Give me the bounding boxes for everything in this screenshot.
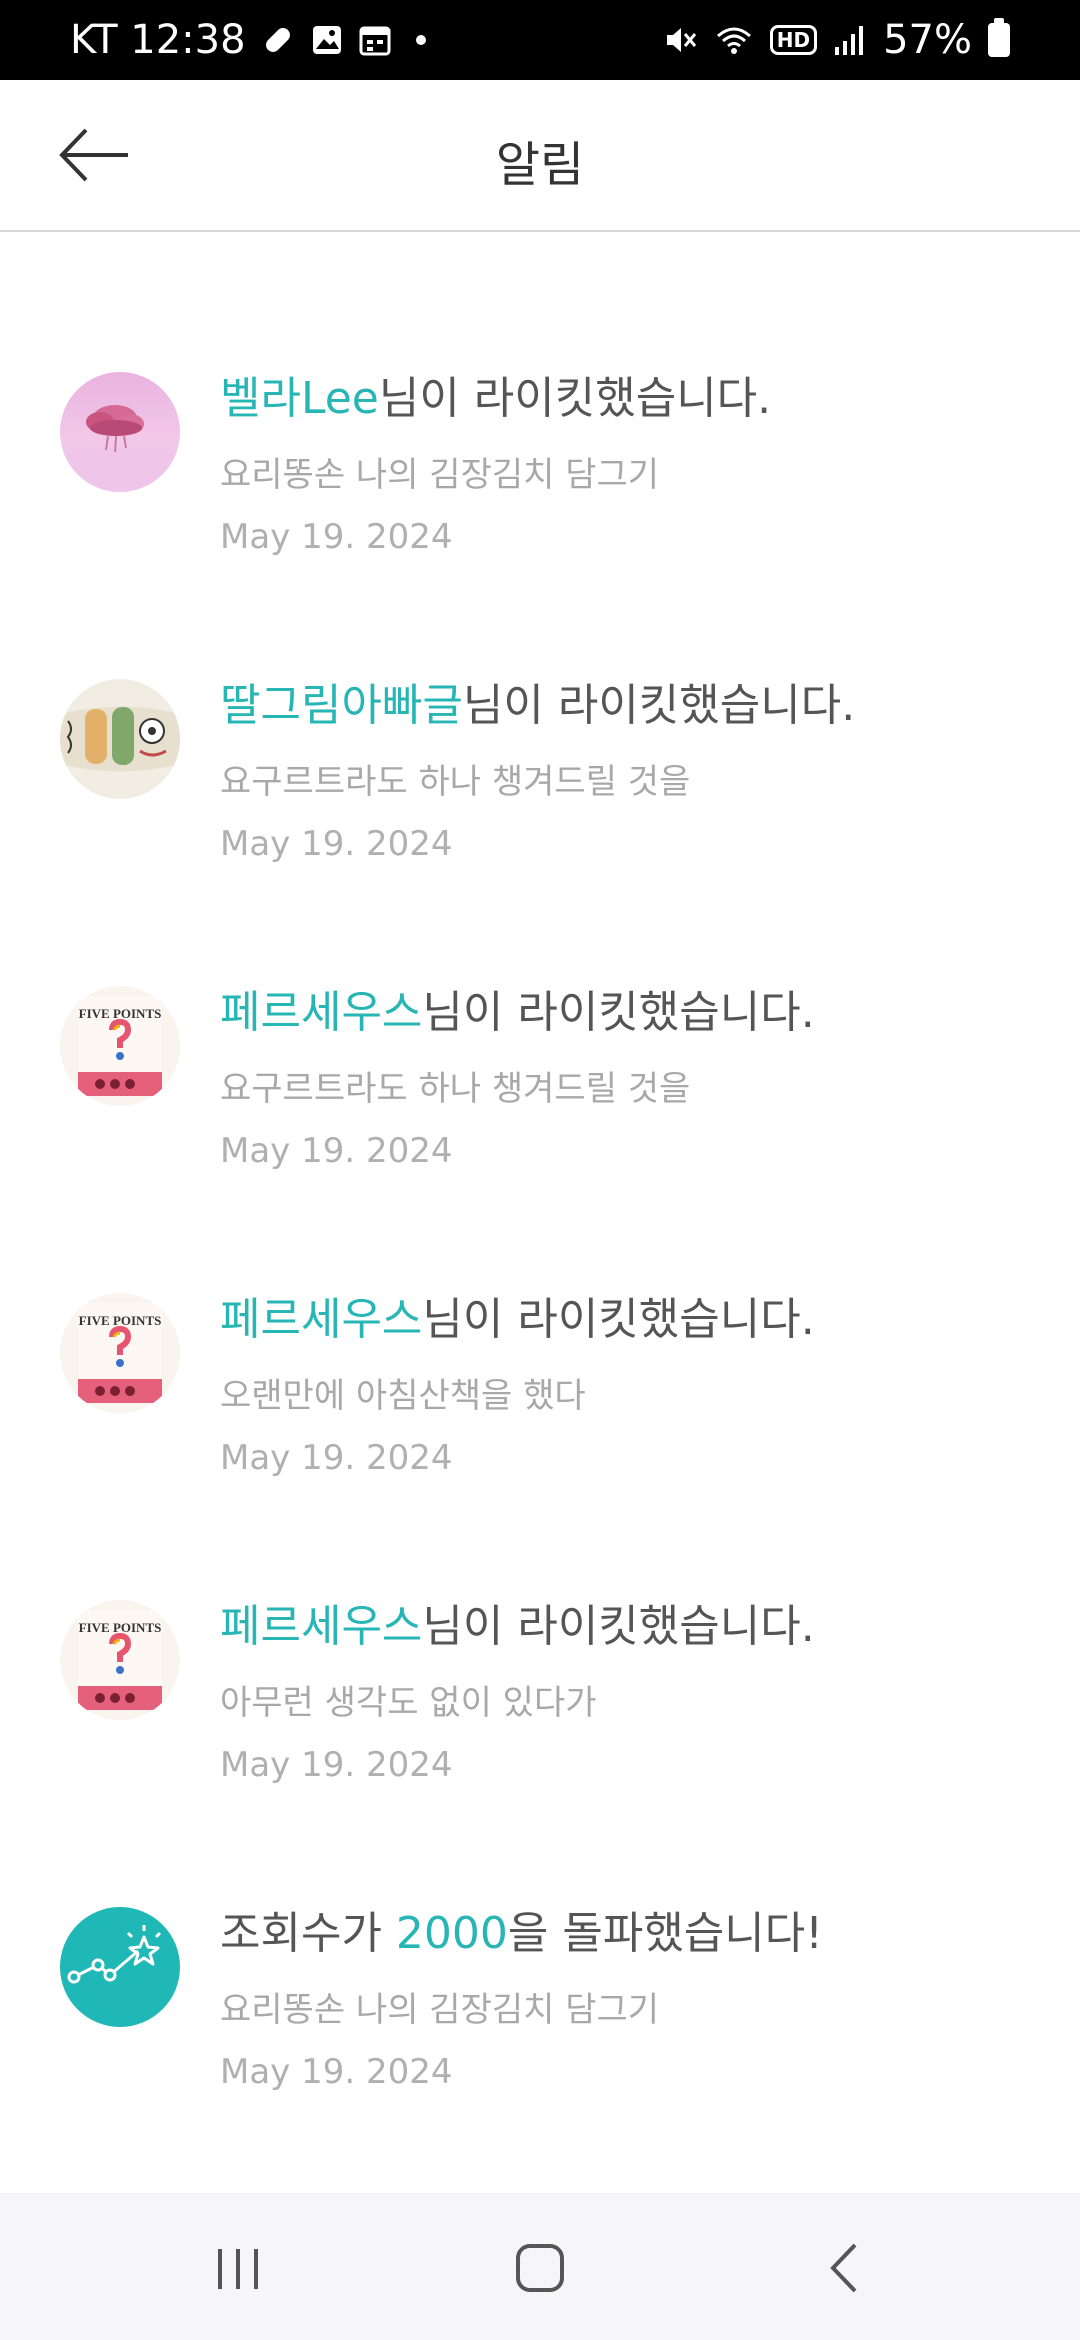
notification-text: 페르세우스님이 라이킷했습니다. xyxy=(220,1590,815,1654)
action-text: 님이 라이킷했습니다. xyxy=(462,680,856,731)
actor-name[interactable]: 딸그림아빠글 xyxy=(220,680,463,731)
avatar: FIVE POINTS xyxy=(60,1600,180,1720)
notification-text: 벨라Lee님이 라이킷했습니다. xyxy=(220,362,771,426)
action-text: 님이 라이킷했습니다. xyxy=(422,987,815,1038)
avatar: FIVE POINTS xyxy=(60,986,180,1106)
home-icon xyxy=(516,2244,564,2292)
signal-icon xyxy=(833,23,867,57)
book-cover-title: FIVE POINTS xyxy=(79,1006,162,1021)
status-bar: KT 12:38 HD 57% xyxy=(0,0,1080,80)
notification-item[interactable]: 딸그림아빠글님이 라이킷했습니다. 요구르트라도 하나 챙겨드릴 것을 May … xyxy=(0,659,1080,959)
view-count: 2000 xyxy=(395,1908,508,1959)
actor-name[interactable]: 벨라Lee xyxy=(220,373,379,424)
notification-item[interactable]: FIVE POINTS 페르세우스님이 라이킷했습니다. 오랜만에 아침산책을 … xyxy=(0,1273,1080,1573)
hd-voice-icon: HD xyxy=(769,25,818,55)
recents-icon xyxy=(218,2249,258,2289)
notification-date: May 19. 2024 xyxy=(220,824,453,864)
battery-icon xyxy=(988,18,1010,57)
post-title: 요구르트라도 하나 챙겨드릴 것을 xyxy=(220,1069,691,1109)
nav-back-button[interactable] xyxy=(805,2233,885,2303)
post-title: 요리똥손 나의 김장김치 담그기 xyxy=(220,455,660,495)
notification-item[interactable]: 벨라Lee님이 라이킷했습니다. 요리똥손 나의 김장김치 담그기 May 19… xyxy=(0,352,1080,652)
star-graph-icon xyxy=(60,1907,180,2027)
carrier-time: KT 12:38 xyxy=(70,17,246,63)
actor-name[interactable]: 페르세우스 xyxy=(220,1294,422,1345)
avatar xyxy=(60,372,180,492)
mute-icon xyxy=(662,22,698,58)
home-button[interactable] xyxy=(500,2233,580,2303)
notification-date: May 19. 2024 xyxy=(220,2052,453,2092)
book-cover-title: FIVE POINTS xyxy=(79,1313,162,1328)
avatar xyxy=(60,679,180,799)
chevron-left-icon xyxy=(830,2243,857,2293)
book-cover-title: FIVE POINTS xyxy=(79,1620,162,1635)
recents-button[interactable] xyxy=(198,2233,278,2303)
pill-icon xyxy=(260,22,296,58)
notification-dot-icon xyxy=(415,35,426,45)
action-text: 님이 라이킷했습니다. xyxy=(422,1294,815,1345)
action-text: 님이 라이킷했습니다. xyxy=(422,1601,815,1652)
post-title: 요구르트라도 하나 챙겨드릴 것을 xyxy=(220,762,691,802)
notification-date: May 19. 2024 xyxy=(220,1745,453,1785)
post-title: 요리똥손 나의 김장김치 담그기 xyxy=(220,1990,660,2030)
notification-text: 페르세우스님이 라이킷했습니다. xyxy=(220,976,815,1040)
actor-name[interactable]: 페르세우스 xyxy=(220,987,422,1038)
notification-date: May 19. 2024 xyxy=(220,1438,453,1478)
notification-list: 벨라Lee님이 라이킷했습니다. 요리똥손 나의 김장김치 담그기 May 19… xyxy=(0,232,1080,2192)
notification-item[interactable]: FIVE POINTS 페르세우스님이 라이킷했습니다. 요구르트라도 하나 챙… xyxy=(0,966,1080,1266)
milestone-prefix: 조회수가 xyxy=(220,1908,396,1959)
page-title: 알림 xyxy=(495,137,585,193)
milestone-suffix: 을 돌파했습니다! xyxy=(507,1908,823,1959)
action-text: 님이 라이킷했습니다. xyxy=(378,373,772,424)
notification-text: 페르세우스님이 라이킷했습니다. xyxy=(220,1283,815,1347)
notification-date: May 19. 2024 xyxy=(220,1131,453,1171)
avatar: FIVE POINTS xyxy=(60,1293,180,1413)
post-title: 오랜만에 아침산책을 했다 xyxy=(220,1376,586,1416)
app-header: 알림 xyxy=(0,80,1080,232)
image-icon xyxy=(310,23,344,57)
wifi-icon xyxy=(714,22,754,58)
battery-percent: 57% xyxy=(883,17,972,63)
notification-date: May 19. 2024 xyxy=(220,517,453,557)
notification-item[interactable]: FIVE POINTS 페르세우스님이 라이킷했습니다. 아무런 생각도 없이 … xyxy=(0,1580,1080,1880)
notification-text: 조회수가 2000을 돌파했습니다! xyxy=(220,1897,823,1961)
calendar-icon xyxy=(358,23,392,57)
post-title: 아무런 생각도 없이 있다가 xyxy=(220,1683,597,1723)
notification-item[interactable]: 조회수가 2000을 돌파했습니다! 요리똥손 나의 김장김치 담그기 May … xyxy=(0,1887,1080,2187)
system-nav-bar xyxy=(0,2193,1080,2340)
notification-text: 딸그림아빠글님이 라이킷했습니다. xyxy=(220,669,855,733)
actor-name[interactable]: 페르세우스 xyxy=(220,1601,422,1652)
